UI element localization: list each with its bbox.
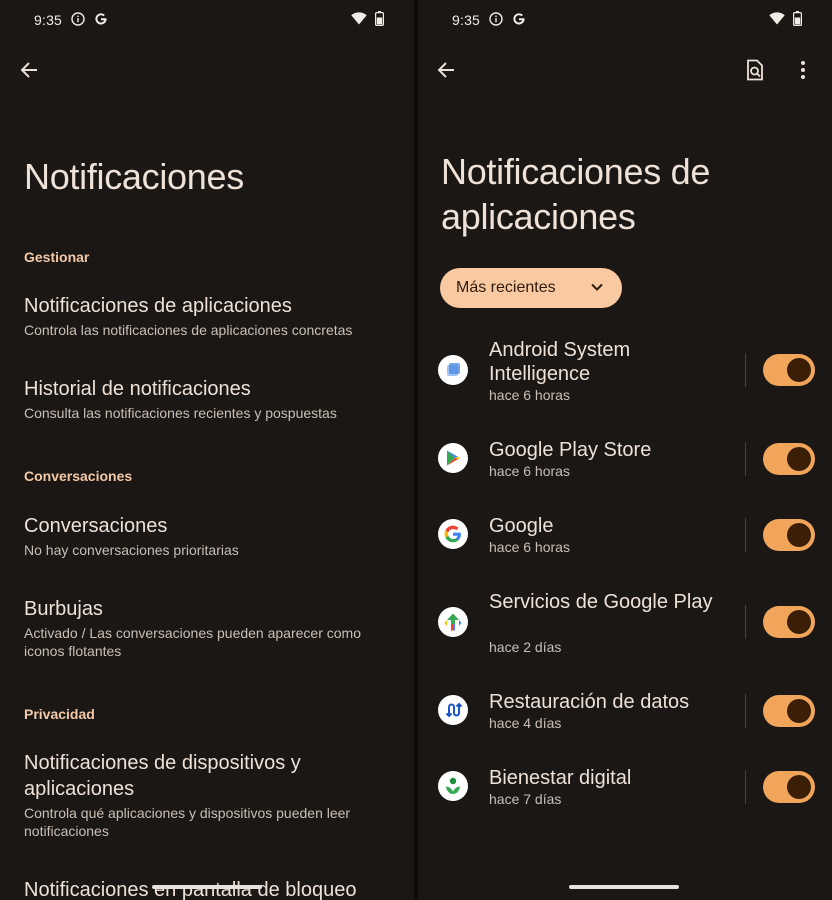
sort-filter-dropdown[interactable]: Más recientes	[440, 268, 622, 308]
item-subtitle: Controla qué aplicaciones y dispositivos…	[24, 805, 351, 839]
digital-wellbeing-icon	[438, 771, 468, 801]
app-name: Google Play Store	[489, 439, 652, 461]
status-bar: 9:35	[34, 9, 385, 31]
menu-item-conversations[interactable]: Conversaciones No hay conversaciones pri…	[24, 513, 394, 559]
google-g-status-icon	[94, 12, 108, 29]
app-name: Servicios de Google Play	[489, 591, 713, 613]
back-button[interactable]	[15, 56, 43, 84]
page-title: Notificaciones de aplicaciones	[441, 151, 711, 237]
sort-filter-label: Más recientes	[456, 279, 556, 296]
app-name: Restauración de datos	[489, 691, 690, 713]
item-title: Conversaciones	[24, 515, 168, 537]
menu-item-device-app-notifications[interactable]: Notificaciones de dispositivos y aplicac…	[24, 750, 374, 840]
wifi-icon	[351, 12, 367, 28]
play-store-icon	[438, 443, 468, 473]
menu-item-app-notifications[interactable]: Notificaciones de aplicaciones Controla …	[24, 293, 394, 339]
row-separator	[745, 353, 746, 387]
row-separator	[745, 694, 746, 728]
row-separator	[745, 442, 746, 476]
app-row-data-restore[interactable]: Restauración de datos hace 4 días	[418, 690, 832, 738]
app-row-google-play-services[interactable]: Servicios de Google Play hace 2 días	[418, 590, 832, 660]
status-bar: 9:35	[452, 9, 803, 31]
toggle-knob	[787, 775, 811, 799]
play-services-icon	[438, 607, 468, 637]
toggle-knob	[787, 699, 811, 723]
app-last-notification: hace 4 días	[489, 715, 562, 731]
info-icon	[71, 11, 85, 29]
home-gesture-bar[interactable]	[569, 885, 679, 889]
toggle-knob	[787, 523, 811, 547]
google-icon	[438, 519, 468, 549]
app-row-android-system-intelligence[interactable]: Android System Intelligence hace 6 horas	[418, 338, 832, 408]
notifications-toggle[interactable]	[763, 606, 815, 638]
search-document-icon	[747, 59, 763, 81]
item-title: Historial de notificaciones	[24, 378, 251, 400]
status-time: 9:35	[452, 12, 481, 28]
app-row-digital-wellbeing[interactable]: Bienestar digital hace 7 días	[418, 766, 832, 814]
menu-item-notification-history[interactable]: Historial de notificaciones Consulta las…	[24, 376, 394, 422]
page-title: Notificaciones	[24, 156, 244, 197]
battery-icon	[375, 11, 385, 29]
app-last-notification: hace 7 días	[489, 791, 562, 807]
toggle-knob	[787, 358, 811, 382]
item-subtitle: No hay conversaciones prioritarias	[24, 542, 239, 558]
app-last-notification: hace 6 horas	[489, 387, 570, 403]
notifications-toggle[interactable]	[763, 443, 815, 475]
app-last-notification: hace 6 horas	[489, 463, 570, 479]
wifi-icon	[769, 12, 785, 28]
item-subtitle: Controla las notificaciones de aplicacio…	[24, 322, 353, 338]
more-options-button[interactable]	[789, 56, 817, 84]
notifications-toggle[interactable]	[763, 695, 815, 727]
app-name: Bienestar digital	[489, 767, 632, 789]
app-last-notification: hace 6 horas	[489, 539, 570, 555]
search-settings-button[interactable]	[741, 56, 769, 84]
back-button[interactable]	[432, 56, 460, 84]
row-separator	[745, 605, 746, 639]
app-row-google-play-store[interactable]: Google Play Store hace 6 horas	[418, 438, 832, 486]
android-system-intelligence-icon	[438, 355, 468, 385]
status-time: 9:35	[34, 12, 63, 28]
notifications-toggle[interactable]	[763, 519, 815, 551]
app-last-notification: hace 2 días	[489, 639, 562, 655]
item-title: Burbujas	[24, 598, 103, 620]
row-separator	[745, 518, 746, 552]
app-notifications-screen: 9:35 Notificaciones de aplicaciones Más …	[418, 0, 832, 900]
app-row-google[interactable]: Google hace 6 horas	[418, 514, 832, 562]
back-arrow-icon	[20, 62, 37, 78]
item-subtitle: Consulta las notificaciones recientes y …	[24, 405, 337, 421]
notifications-toggle[interactable]	[763, 771, 815, 803]
home-gesture-bar[interactable]	[152, 885, 262, 889]
app-name: Google	[489, 515, 554, 537]
more-vert-icon	[801, 61, 805, 79]
battery-icon	[793, 11, 803, 29]
section-header-manage: Gestionar	[24, 249, 90, 265]
toggle-knob	[787, 610, 811, 634]
data-restore-icon	[438, 695, 468, 725]
notifications-toggle[interactable]	[763, 354, 815, 386]
chevron-down-icon	[590, 280, 604, 299]
notifications-screen: 9:35 Notificaciones Gestionar Notificaci…	[0, 0, 414, 900]
menu-item-bubbles[interactable]: Burbujas Activado / Las conversaciones p…	[24, 596, 384, 660]
section-header-privacy: Privacidad	[24, 706, 95, 722]
item-title: Notificaciones de dispositivos y aplicac…	[24, 752, 301, 800]
item-title: Notificaciones de aplicaciones	[24, 295, 292, 317]
info-icon	[489, 11, 503, 29]
toggle-knob	[787, 447, 811, 471]
app-name: Android System Intelligence	[489, 339, 631, 385]
section-header-conversations: Conversaciones	[24, 468, 133, 484]
back-arrow-icon	[437, 62, 454, 78]
row-separator	[745, 770, 746, 804]
google-g-status-icon	[512, 12, 526, 29]
item-subtitle: Activado / Las conversaciones pueden apa…	[24, 625, 361, 659]
